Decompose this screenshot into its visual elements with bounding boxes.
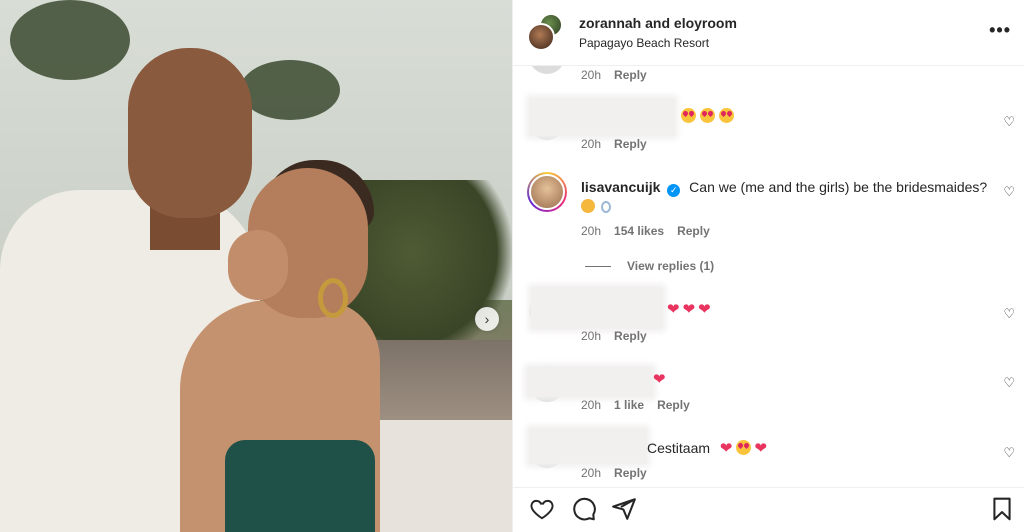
comment-body: Cestitaam: [647, 440, 711, 456]
post-details-panel: zorannah and eloyroom Papagayo Beach Res…: [512, 0, 1024, 532]
heart-eyes-emoji-icon: [681, 108, 696, 123]
author-link-zorannah[interactable]: zorannah: [579, 15, 641, 31]
author-link-eloyroom[interactable]: eloyroom: [674, 15, 737, 31]
heart-emoji-icon: ❤: [719, 440, 733, 457]
like-comment-button[interactable]: ♡: [1003, 184, 1015, 200]
heart-icon: [530, 499, 554, 520]
hand-with-ring: [228, 230, 288, 300]
comment-time[interactable]: 20h: [581, 224, 601, 238]
comment-emojis: ❤: [653, 370, 669, 388]
man-head: [128, 48, 252, 218]
heart-eyes-emoji-icon: [700, 108, 715, 123]
comment-text: lisavancuijk ✓ Can we (me and the girls)…: [581, 178, 991, 218]
comment-meta: 20h Reply: [581, 68, 647, 82]
comment-emojis: [581, 199, 991, 218]
comment-meta: 20h 154 likes Reply: [581, 224, 710, 238]
palm-tree: [10, 0, 130, 80]
comment-time[interactable]: 20h: [581, 466, 601, 480]
comment-icon: [573, 497, 596, 521]
comment-likes[interactable]: 154 likes: [614, 224, 664, 238]
redacted-comment: [529, 98, 675, 136]
ring-emoji-icon: [600, 201, 611, 213]
like-comment-button[interactable]: ♡: [1003, 114, 1015, 130]
send-icon: [612, 498, 636, 520]
avatar[interactable]: [527, 22, 555, 51]
like-comment-button[interactable]: ♡: [1003, 445, 1015, 461]
share-button[interactable]: [611, 496, 637, 522]
view-replies-label: View replies (1): [627, 259, 715, 273]
redacted-comment: [529, 428, 647, 464]
comment-time[interactable]: 20h: [581, 68, 601, 82]
post-photo: ›: [0, 0, 512, 532]
avatar[interactable]: [527, 172, 567, 212]
comment-emojis: ❤ ❤ ❤: [667, 300, 714, 318]
replies-divider: [585, 265, 611, 267]
more-options-button[interactable]: •••: [989, 20, 1011, 41]
verified-badge-icon: ✓: [667, 184, 681, 197]
comment-meta: 20h Reply: [581, 466, 647, 480]
collab-avatars[interactable]: [527, 12, 567, 53]
woman-dress: [225, 440, 375, 532]
comment-button[interactable]: [571, 496, 597, 522]
reply-button[interactable]: Reply: [614, 466, 647, 480]
gold-earring: [318, 278, 348, 318]
reply-button[interactable]: Reply: [614, 68, 647, 82]
comment-meta: 20h Reply: [581, 329, 647, 343]
carousel-next-button[interactable]: ›: [475, 307, 499, 331]
avatar[interactable]: [529, 66, 565, 74]
heart-emoji-icon: ❤: [667, 301, 680, 318]
comment-time[interactable]: 20h: [581, 137, 601, 151]
bookmark-icon: [993, 497, 1011, 521]
view-replies-button[interactable]: View replies (1): [585, 259, 714, 273]
like-comment-button[interactable]: ♡: [1003, 375, 1015, 391]
palm-tree: [240, 60, 340, 120]
comment-body: Can we (me and the girls) be the bridesm…: [689, 179, 988, 195]
heart-eyes-emoji-icon: [735, 440, 751, 455]
like-comment-button[interactable]: ♡: [1003, 306, 1015, 322]
comment-username[interactable]: lisavancuijk: [581, 179, 660, 195]
heart-emoji-icon: ❤: [698, 301, 711, 318]
comment-time[interactable]: 20h: [581, 329, 601, 343]
location-link[interactable]: Papagayo Beach Resort: [579, 36, 737, 50]
post-authors: zorannah and eloyroom: [579, 15, 737, 31]
comments-list[interactable]: 20h Reply ♡ 20h Reply lisavancuijk ✓ Can…: [513, 66, 1024, 487]
redacted-comment: [531, 287, 663, 329]
save-button[interactable]: [989, 496, 1015, 522]
comment-likes[interactable]: 1 like: [614, 398, 644, 412]
comment-meta: 20h 1 like Reply: [581, 398, 690, 412]
comment-meta: 20h Reply: [581, 137, 647, 151]
heart-emoji-icon: ❤: [682, 301, 696, 318]
post-actions-bar: [513, 487, 1024, 532]
authors-conjunction: and: [645, 15, 671, 31]
comment-emojis: [681, 108, 738, 124]
comment-time[interactable]: 20h: [581, 398, 601, 412]
post-header: zorannah and eloyroom Papagayo Beach Res…: [513, 0, 1024, 66]
starstruck-emoji-icon: [581, 199, 595, 213]
heart-emoji-icon: ❤: [653, 371, 666, 388]
more-options-icon: •••: [989, 20, 1011, 40]
comment-text: Cestitaam ❤ ❤: [647, 439, 770, 457]
reply-button[interactable]: Reply: [614, 329, 647, 343]
heart-emoji-icon: ❤: [754, 440, 768, 457]
chevron-right-icon: ›: [484, 311, 490, 327]
reply-button[interactable]: Reply: [677, 224, 710, 238]
heart-eyes-emoji-icon: [719, 108, 734, 123]
redacted-comment: [527, 367, 653, 397]
reply-button[interactable]: Reply: [614, 137, 647, 151]
like-button[interactable]: [529, 496, 555, 522]
reply-button[interactable]: Reply: [657, 398, 690, 412]
